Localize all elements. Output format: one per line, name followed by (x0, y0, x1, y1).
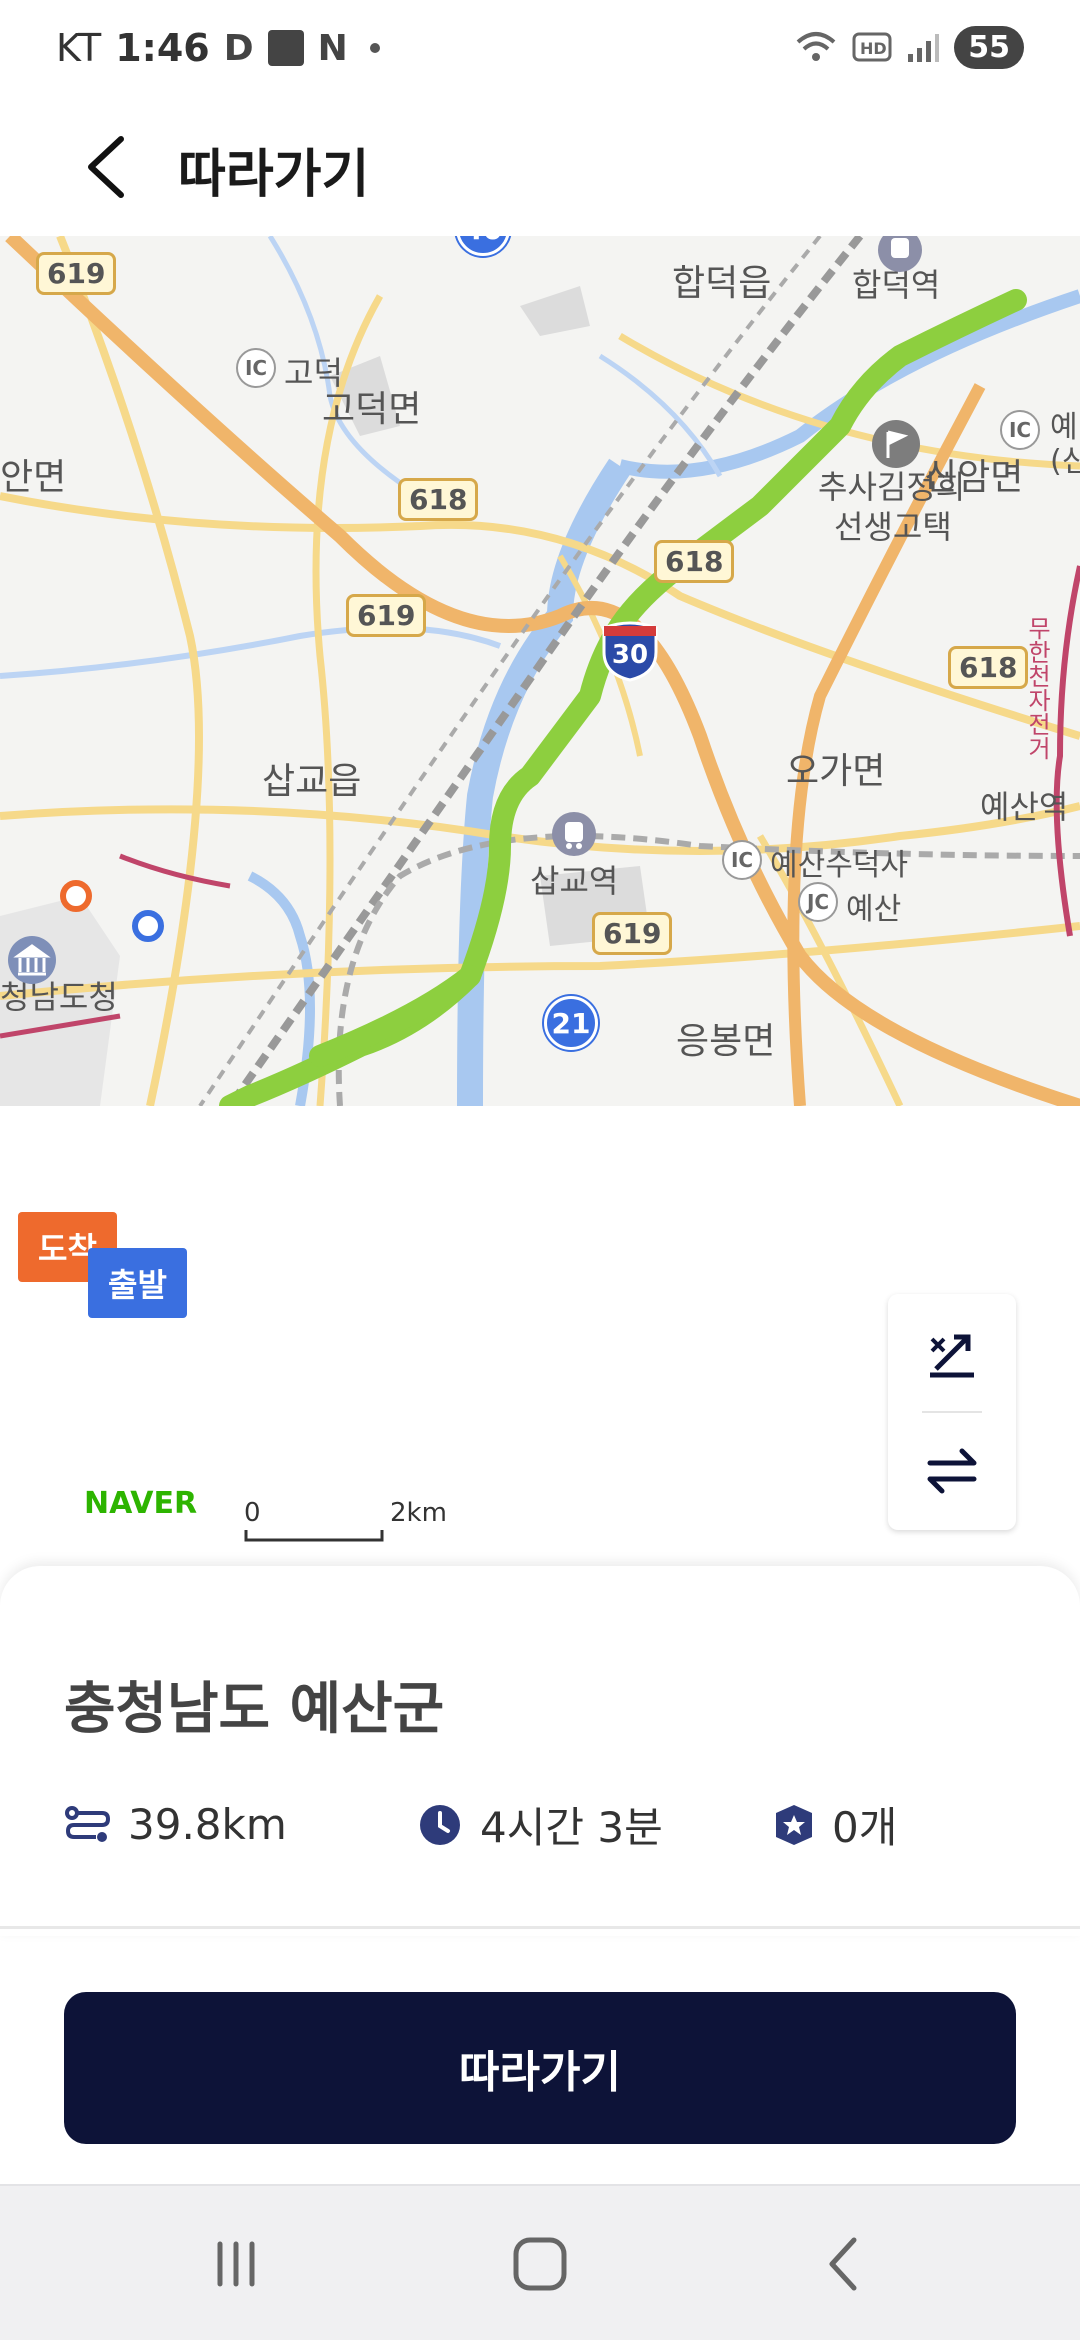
arrive-pin-icon (60, 880, 92, 912)
svg-text:HD: HD (860, 39, 887, 58)
train-station-icon (552, 812, 596, 856)
interstate-number: 30 (611, 640, 649, 670)
system-nav-bar (0, 2184, 1080, 2340)
map-label-chusa-line2: 선생고택 (834, 508, 952, 546)
government-building-icon (8, 936, 56, 984)
depart-marker[interactable]: 출발 (88, 1248, 187, 1318)
status-right: HD 55 (794, 26, 1024, 69)
ic-badge-godeok: IC (236, 348, 276, 388)
more-notifications-icon (369, 43, 380, 53)
carrier-text: KT (56, 26, 102, 70)
recent-apps-icon (217, 2241, 255, 2287)
map-label-left-myeon: 안면 (0, 457, 67, 498)
route-draw-button[interactable] (888, 1294, 1016, 1412)
hd-voice-icon: HD (852, 32, 892, 61)
map-controls (888, 1294, 1016, 1530)
route-region: 충청남도 예산군 (64, 1677, 445, 1742)
map-label-yesan-sudeoksa: 예산수덕사 (770, 848, 908, 883)
map-label-sapgyo-eup: 삽교읍 (262, 761, 362, 802)
map-label-sapgyo-station: 삽교역 (530, 862, 619, 900)
map-label-yesan-jc: 예산 (846, 892, 902, 927)
map-label-eungbong-myeon: 응봉면 (676, 1021, 776, 1062)
distance-stat: 39.8km (64, 1800, 418, 1849)
interstate-30-shield: 30 (598, 618, 662, 682)
route-info-sheet: 충청남도 예산군 39.8km 4시간 3분 0개 (0, 1566, 1080, 1936)
road-shield-619-a: 619 (36, 252, 117, 295)
distance-route-icon (65, 1805, 110, 1842)
duration-value: 4시간 3분 (480, 1803, 663, 1852)
swap-arrows-icon (927, 1448, 977, 1494)
swap-direction-button[interactable] (888, 1412, 1016, 1530)
depart-pin-icon (132, 910, 164, 942)
stamp-badge-icon (776, 1804, 812, 1845)
map-label-sinam-myeon: 신암면 (924, 457, 1024, 498)
follow-button[interactable]: 따라가기 (64, 1992, 1016, 2144)
naver-logo: NAVER (64, 1480, 218, 1527)
national-route-21: 21 (544, 996, 598, 1050)
home-button[interactable] (480, 2226, 600, 2302)
map-label-yesan-station: 예산역 (980, 788, 1069, 826)
ic-badge-yesan-sudeoksa: IC (722, 840, 762, 880)
distance-value: 39.8km (128, 1800, 287, 1849)
ic-badge-top-right: IC (1000, 410, 1040, 450)
status-left: KT 1:46 D N (56, 26, 380, 70)
map-label-sin-top: (신 (1050, 444, 1080, 479)
back-arrow-icon (88, 136, 124, 198)
map-label-muhan-bike: 무한천자전거 (1023, 616, 1051, 760)
route-stats: 39.8km 4시간 3분 0개 (64, 1794, 1024, 1855)
jc-badge-yesan: JC (798, 882, 838, 922)
back-chevron-icon (829, 2237, 857, 2291)
route-map[interactable]: 합덕읍 합덕역 고덕 고덕면 안면 추사김정희 선생고택 신암면 예 (신 삽교… (0, 236, 1080, 1106)
road-shield-618-b: 618 (654, 540, 735, 583)
duration-stat: 4시간 3분 (418, 1794, 774, 1855)
page-title: 따라가기 (178, 145, 370, 205)
scale-bar-icon (244, 1530, 384, 1542)
road-shield-619-b: 619 (346, 594, 427, 637)
clock-icon (420, 1804, 460, 1845)
road-shield-619-c: 619 (592, 912, 673, 955)
scale-zero: 0 (244, 1498, 261, 1528)
map-label-godeok-myeon: 고덕면 (322, 389, 422, 430)
map-label-oga-myeon: 오가면 (786, 751, 886, 792)
clock-time: 1:46 (115, 26, 210, 70)
back-button[interactable] (60, 122, 150, 212)
road-shield-618-a: 618 (398, 478, 479, 521)
map-base (0, 236, 1080, 1106)
signal-icon (908, 33, 940, 62)
road-shield-618-c: 618 (948, 646, 1029, 689)
flag-landmark-icon (872, 420, 920, 468)
battery-indicator: 55 (954, 26, 1024, 69)
wifi-icon (796, 31, 836, 61)
stamp-count: 0개 (832, 1803, 898, 1852)
app-header: 따라가기 (0, 100, 1080, 236)
sheet-divider (0, 1926, 1080, 1929)
notification-n-icon: N (317, 27, 348, 69)
hapdeok-station-icon (878, 236, 922, 272)
notification-note-icon (267, 30, 304, 66)
map-label-hapdeok-eup: 합덕읍 (672, 263, 772, 304)
route-draw-icon (930, 1334, 974, 1378)
stamp-stat: 0개 (774, 1794, 897, 1855)
scale-label: 2km (390, 1498, 447, 1528)
recent-apps-button[interactable] (176, 2226, 296, 2302)
status-bar: KT 1:46 D N HD 55 (0, 0, 1080, 100)
home-icon (513, 2237, 567, 2291)
map-scale: 0 2km (244, 1498, 447, 1542)
notification-d-icon: D (223, 27, 254, 69)
back-nav-button[interactable] (784, 2226, 904, 2302)
